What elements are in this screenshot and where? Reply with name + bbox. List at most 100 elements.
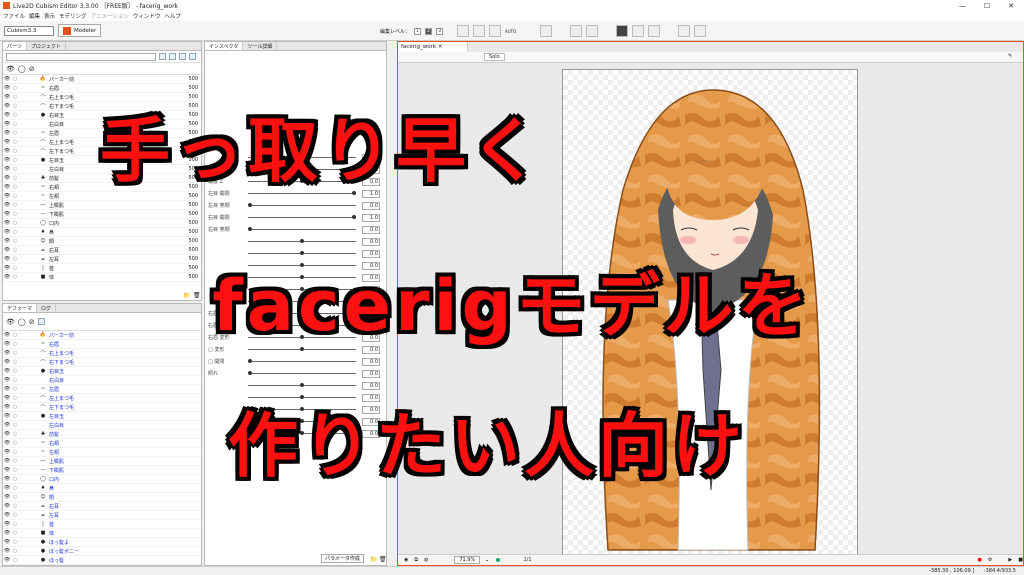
eyedropper-icon[interactable] (678, 25, 691, 37)
eye-icon[interactable]: 👁 (3, 548, 11, 554)
deformer_panel-row[interactable]: 👁 ○ ☺ 顔 (3, 493, 201, 502)
arrow-select-icon[interactable] (616, 25, 629, 37)
eye-header-icon[interactable]: 👁 (6, 65, 15, 73)
slider-knob[interactable] (248, 359, 252, 363)
parts_panel-row[interactable]: 👁 ○ — 下瞼肌 500 (3, 210, 201, 219)
tab-parts[interactable]: パーツ (3, 42, 27, 50)
parameter-value[interactable]: 0.0 (362, 225, 380, 234)
viewer-tab[interactable]: facerig_work ✕ (398, 42, 468, 52)
lock-icon[interactable]: ○ (11, 539, 19, 545)
deformer_panel-row[interactable]: 👁 ○ ● ほっ髪ポニー (3, 547, 201, 556)
edit-level-3[interactable]: 3 (436, 27, 444, 35)
eye-icon[interactable]: 👁 (3, 530, 11, 536)
minimize-icon[interactable]: — (959, 2, 966, 10)
parameter-value[interactable]: 0.0 (362, 357, 380, 366)
eye-icon[interactable]: 👁 (3, 359, 11, 365)
eye-icon[interactable]: 👁 (3, 76, 11, 82)
rotate-tool-icon[interactable] (570, 25, 583, 37)
settings-icon[interactable]: ⚙ (988, 557, 992, 563)
eye-icon[interactable]: 👁 (3, 220, 11, 226)
close-icon[interactable]: ✕ (1008, 2, 1014, 10)
lock-icon[interactable]: ○ (11, 229, 19, 235)
camera-icon[interactable]: ◉ (404, 557, 408, 563)
edit-level-1[interactable]: 1 (414, 27, 422, 35)
parts_panel-row[interactable]: 👁 ○ — 上瞼肌 500 (3, 201, 201, 210)
lock-icon[interactable]: ○ (11, 76, 19, 82)
lock-icon[interactable]: ○ (11, 85, 19, 91)
param-trash-icon[interactable]: 🗑 (379, 556, 387, 563)
filter-icon[interactable] (159, 53, 166, 60)
parts-search-input[interactable] (6, 52, 156, 61)
lock-icon[interactable]: ○ (11, 359, 19, 365)
eye-icon[interactable]: 👁 (3, 539, 11, 545)
hide-header-icon[interactable]: ⊘ (29, 65, 35, 73)
menu-window[interactable]: ウィンドウ (133, 12, 161, 20)
eye-icon[interactable]: 👁 (3, 85, 11, 91)
parts_panel-row[interactable]: 👁 ○ ~ 右眉 500 (3, 84, 201, 93)
brush-select-icon[interactable] (648, 25, 661, 37)
lock-icon[interactable]: ○ (11, 557, 19, 563)
lock-header-icon[interactable]: ◯ (18, 65, 26, 73)
parameter-slider[interactable] (248, 203, 356, 207)
menu-modeling[interactable]: モデリング (59, 12, 87, 20)
menu-edit[interactable]: 編集 (29, 12, 40, 20)
auto-label[interactable]: AUTO (505, 29, 516, 34)
lock-icon[interactable]: ○ (11, 530, 19, 536)
parameter-slider[interactable] (248, 359, 356, 363)
parameter-slider[interactable] (248, 215, 356, 219)
edit-level-2[interactable]: 2 (425, 27, 433, 35)
render-icon[interactable]: ◍ (424, 557, 428, 563)
tab-inspector[interactable]: インスペクタ (205, 42, 244, 50)
maximize-icon[interactable]: ☐ (984, 2, 990, 10)
menu-view[interactable]: 表示 (44, 12, 55, 20)
deformer_panel-row[interactable]: 👁 ○ ● ほっ髪 (3, 556, 201, 565)
sync-icon[interactable] (179, 53, 186, 60)
parts_panel-row[interactable]: 👁 ○ ◯ 口内 500 (3, 219, 201, 228)
lock-icon[interactable]: ○ (11, 377, 19, 383)
parameter-value[interactable]: 1.0 (362, 213, 380, 222)
pin-icon[interactable] (694, 25, 707, 37)
parameter-value[interactable]: 0.0 (362, 381, 380, 390)
eye-icon[interactable]: 👁 (3, 503, 11, 509)
eye-icon[interactable]: 👁 (3, 202, 11, 208)
eye-icon[interactable]: 👁 (3, 377, 11, 383)
parameter-slider[interactable] (248, 227, 356, 231)
deformer_panel-row[interactable]: 👁 ○ ⌒ 右下まつ毛 (3, 358, 201, 367)
lock-icon[interactable]: ○ (11, 503, 19, 509)
lock-icon[interactable]: ○ (11, 548, 19, 554)
deform-tool-icon[interactable] (457, 25, 470, 37)
lock-icon[interactable]: ○ (11, 512, 19, 518)
eye-icon[interactable]: 👁 (3, 368, 11, 374)
slider-knob[interactable] (248, 227, 252, 231)
parts_panel-row[interactable]: 👁 ○ 🔥 パーカー前 500 (3, 75, 201, 84)
deformer_panel-row[interactable]: 👁 ○ ● 右目玉 (3, 367, 201, 376)
parameter-slider[interactable] (248, 383, 356, 387)
eye-icon[interactable]: 👁 (3, 494, 11, 500)
record-icon[interactable]: ● (978, 557, 982, 563)
solo-button[interactable]: Solo (484, 53, 505, 61)
lock-icon[interactable]: ○ (11, 238, 19, 244)
param-folder-icon[interactable]: 📁 (370, 556, 377, 563)
lock-icon[interactable]: ○ (11, 494, 19, 500)
play-icon[interactable]: ▶ (1008, 557, 1012, 563)
deformer_panel-row[interactable]: 👁 ○ 右白目 (3, 376, 201, 385)
slider-knob[interactable] (248, 371, 252, 375)
deformer_panel-row[interactable]: 👁 ○ ● ほっ髪よ (3, 538, 201, 547)
parameter-slider[interactable] (248, 239, 356, 243)
eye-icon[interactable]: 👁 (3, 521, 11, 527)
parameter-value[interactable]: 0.0 (362, 201, 380, 210)
tab-tool-detail[interactable]: ツール詳細 (243, 42, 278, 50)
parameter-value[interactable]: 0.0 (362, 237, 380, 246)
mesh-tool-icon[interactable] (473, 25, 486, 37)
slider-knob[interactable] (300, 383, 304, 387)
lock-icon[interactable]: ○ (11, 521, 19, 527)
eye-icon[interactable]: 👁 (3, 557, 11, 563)
parameter-slider[interactable] (248, 371, 356, 375)
eye-icon[interactable]: 👁 (3, 238, 11, 244)
slider-knob[interactable] (300, 239, 304, 243)
copy-icon[interactable]: ⧉ (414, 557, 418, 563)
glue-tool-icon[interactable] (489, 25, 502, 37)
filter-art-icon[interactable] (169, 53, 176, 60)
eye-icon[interactable]: 👁 (3, 211, 11, 217)
lock-icon[interactable]: ○ (11, 220, 19, 226)
